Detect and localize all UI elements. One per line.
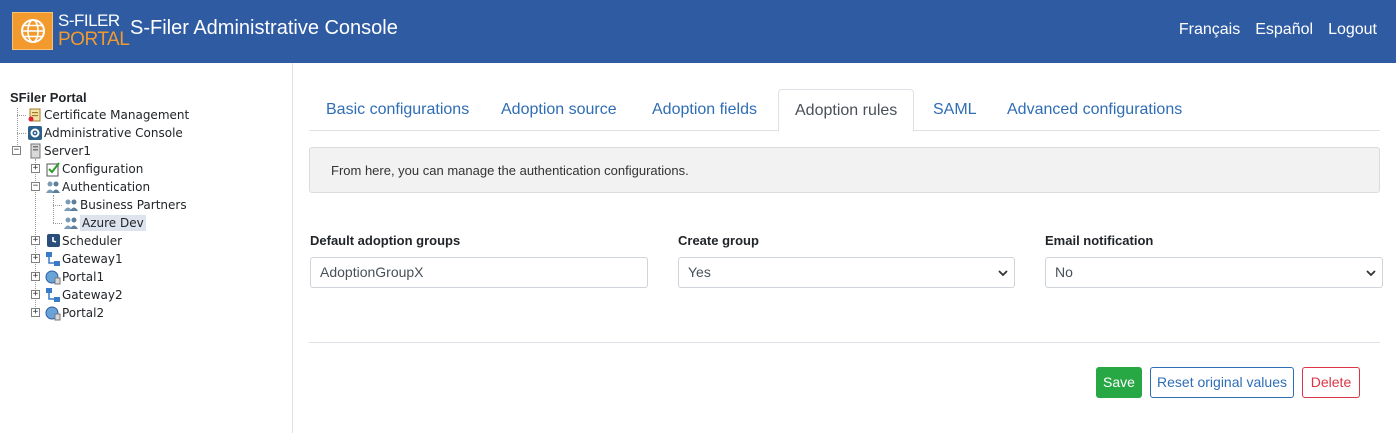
- users-group-icon: [63, 197, 79, 213]
- portal-globe-icon: [45, 269, 61, 285]
- clock-icon: [45, 233, 61, 249]
- save-button[interactable]: Save: [1096, 367, 1142, 398]
- default-groups-label: Default adoption groups: [310, 233, 461, 248]
- header-nav: Français Español Logout: [1179, 21, 1377, 39]
- globe-logo-icon: [12, 12, 53, 50]
- logo-line1: S-FILER: [58, 11, 120, 30]
- tab-saml[interactable]: SAML: [917, 89, 993, 131]
- tab-advanced-configurations[interactable]: Advanced configurations: [991, 89, 1198, 131]
- settings-gear-icon: [27, 125, 43, 141]
- chevron-down-icon: [998, 270, 1008, 277]
- info-alert: From here, you can manage the authentica…: [309, 147, 1380, 193]
- tree-connector: [53, 195, 54, 223]
- nav-francais-link[interactable]: Français: [1179, 21, 1240, 39]
- tab-basic-configurations[interactable]: Basic configurations: [310, 89, 485, 131]
- tree-node-label: Administrative Console: [44, 126, 183, 140]
- tree-root[interactable]: SFiler Portal: [10, 90, 87, 105]
- network-gateway-icon: [45, 251, 61, 267]
- app-title: S-Filer Administrative Console: [130, 17, 398, 39]
- email-notification-select[interactable]: No: [1045, 257, 1383, 288]
- delete-button[interactable]: Delete: [1302, 367, 1360, 398]
- tree-node-label: Gateway2: [62, 288, 123, 302]
- network-gateway-icon: [45, 287, 61, 303]
- sidebar-tree: SFiler Portal Certificate Management Adm…: [0, 63, 293, 433]
- tree-node-label: Server1: [44, 144, 91, 158]
- tree-node-label: Azure Dev: [80, 215, 146, 231]
- create-group-value: Yes: [688, 264, 711, 280]
- tree-connector: [17, 133, 26, 134]
- reset-original-values-button[interactable]: Reset original values: [1150, 367, 1294, 398]
- tree-node-label: Configuration: [62, 162, 144, 176]
- tree-node-label: Certificate Management: [44, 108, 190, 122]
- form-divider: [309, 342, 1380, 343]
- tree-node-label: Business Partners: [80, 198, 187, 212]
- config-tabs: Basic configurations Adoption source Ado…: [309, 89, 1380, 132]
- tree-connector: [17, 115, 26, 116]
- nav-logout-link[interactable]: Logout: [1328, 21, 1377, 39]
- expand-toggle-icon[interactable]: +: [31, 254, 40, 263]
- tree-node-label: Portal2: [62, 306, 105, 320]
- tree-connector: [53, 223, 62, 224]
- email-notification-value: No: [1055, 264, 1073, 280]
- tree-node-label: Gateway1: [62, 252, 123, 266]
- tab-adoption-rules[interactable]: Adoption rules: [778, 89, 915, 132]
- checklist-icon: [45, 161, 61, 177]
- tree-connector: [53, 205, 62, 206]
- expand-toggle-icon[interactable]: +: [31, 164, 40, 173]
- tree-node-label: Scheduler: [62, 234, 123, 248]
- main-content: Basic configurations Adoption source Ado…: [293, 63, 1396, 433]
- expand-toggle-icon[interactable]: +: [31, 308, 40, 317]
- users-group-icon: [63, 215, 79, 231]
- expand-toggle-icon[interactable]: +: [31, 290, 40, 299]
- expand-toggle-icon[interactable]: +: [31, 272, 40, 281]
- default-groups-input[interactable]: AdoptionGroupX: [310, 257, 648, 288]
- info-text: From here, you can manage the authentica…: [331, 163, 689, 178]
- certificate-icon: [27, 107, 43, 123]
- tab-adoption-source[interactable]: Adoption source: [485, 89, 633, 131]
- email-notification-label: Email notification: [1045, 233, 1154, 248]
- create-group-select[interactable]: Yes: [678, 257, 1015, 288]
- tab-adoption-fields[interactable]: Adoption fields: [636, 89, 773, 131]
- tree-node-label: Authentication: [62, 180, 151, 194]
- logo-line2: PORTAL: [58, 29, 130, 50]
- nav-espanol-link[interactable]: Español: [1255, 21, 1313, 39]
- chevron-down-icon: [1366, 270, 1376, 277]
- users-group-icon: [45, 179, 61, 195]
- collapse-toggle-icon[interactable]: −: [31, 182, 40, 191]
- create-group-label: Create group: [678, 233, 759, 248]
- server-icon: [27, 143, 43, 159]
- top-header: S-FILER PORTAL S-Filer Administrative Co…: [0, 0, 1396, 63]
- tree-node-label: Portal1: [62, 270, 105, 284]
- portal-globe-icon: [45, 305, 61, 321]
- brand-logo: S-FILER PORTAL: [58, 11, 130, 50]
- expand-toggle-icon[interactable]: +: [31, 236, 40, 245]
- default-groups-value: AdoptionGroupX: [320, 264, 424, 280]
- collapse-toggle-icon[interactable]: −: [12, 146, 21, 155]
